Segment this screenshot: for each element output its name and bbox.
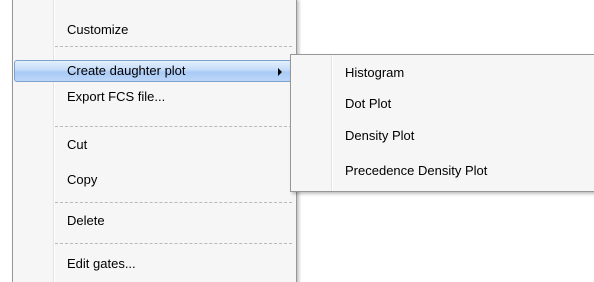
menu-item-label: Cut <box>67 137 88 152</box>
context-menu: Customize Create daughter plot Export FC… <box>12 0 297 282</box>
menu-separator <box>55 46 292 47</box>
menu-item-delete[interactable]: Delete <box>15 210 294 232</box>
submenu-item-histogram[interactable]: Histogram <box>293 62 593 84</box>
menu-item-label: Create daughter plot <box>67 63 186 78</box>
daughter-plot-submenu: Histogram Dot Plot Density Plot Preceden… <box>290 54 594 192</box>
menu-separator <box>55 126 292 127</box>
menu-item-customize[interactable]: Customize <box>15 19 294 41</box>
menu-item-create-daughter-plot[interactable]: Create daughter plot <box>14 60 295 82</box>
menu-separator <box>55 202 292 203</box>
screen: Customize Create daughter plot Export FC… <box>0 0 594 282</box>
menu-separator <box>55 243 292 244</box>
menu-item-copy[interactable]: Copy <box>15 169 294 191</box>
chevron-right-icon <box>278 68 282 76</box>
menu-item-label: Customize <box>67 22 129 37</box>
menu-item-label: Copy <box>67 172 98 187</box>
submenu-item-label: Histogram <box>345 65 405 80</box>
menu-item-label: Edit gates... <box>67 256 136 271</box>
menu-item-label: Delete <box>67 213 105 228</box>
menu-item-edit-gates[interactable]: Edit gates... <box>15 253 294 275</box>
submenu-item-density-plot[interactable]: Density Plot <box>293 125 593 147</box>
menu-item-export-fcs-file[interactable]: Export FCS file... <box>15 86 294 108</box>
menu-item-cut[interactable]: Cut <box>15 134 294 156</box>
submenu-item-precedence-density-plot[interactable]: Precedence Density Plot <box>293 160 593 182</box>
menu-item-label: Export FCS file... <box>67 89 166 104</box>
submenu-item-dot-plot[interactable]: Dot Plot <box>293 93 593 115</box>
submenu-item-label: Dot Plot <box>345 96 392 111</box>
submenu-item-label: Precedence Density Plot <box>345 163 488 178</box>
submenu-item-label: Density Plot <box>345 128 415 143</box>
